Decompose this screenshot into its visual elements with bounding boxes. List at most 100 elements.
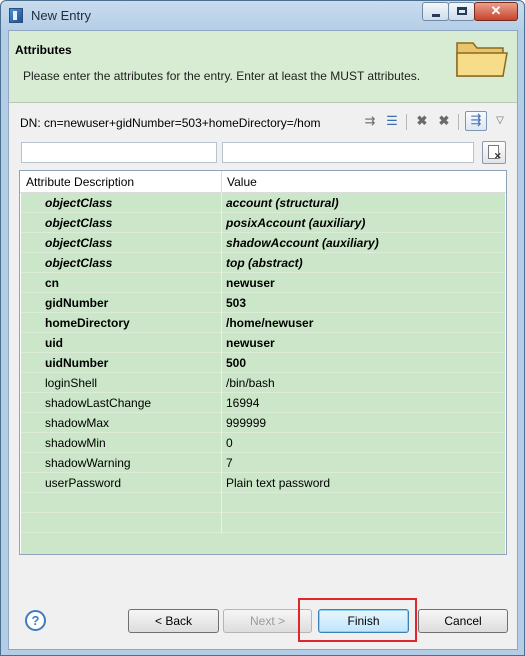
- column-divider: [221, 473, 222, 493]
- value-cell[interactable]: 999999: [226, 416, 496, 430]
- column-divider: [221, 433, 222, 453]
- value-cell[interactable]: Plain text password: [226, 476, 496, 490]
- table-row[interactable]: shadowMax 999999: [21, 413, 505, 433]
- value-cell[interactable]: 7: [226, 456, 496, 470]
- toolbar-separator: [406, 114, 407, 130]
- attribute-cell[interactable]: shadowMin: [45, 436, 215, 450]
- toolbar-separator: [458, 114, 459, 130]
- value-cell[interactable]: account (structural): [226, 196, 496, 210]
- table-row[interactable]: cn newuser: [21, 273, 505, 293]
- attribute-cell[interactable]: loginShell: [45, 376, 215, 390]
- value-cell[interactable]: 16994: [226, 396, 496, 410]
- table-row[interactable]: shadowLastChange 16994: [21, 393, 505, 413]
- table-row[interactable]: uid newuser: [21, 333, 505, 353]
- attribute-cell[interactable]: objectClass: [45, 236, 215, 250]
- value-cell[interactable]: /home/newuser: [226, 316, 496, 330]
- column-divider: [221, 233, 222, 253]
- attribute-cell[interactable]: gidNumber: [45, 296, 215, 310]
- column-divider[interactable]: [221, 171, 222, 193]
- value-cell[interactable]: /bin/bash: [226, 376, 496, 390]
- attribute-filter-input[interactable]: [21, 142, 217, 163]
- value-cell[interactable]: posixAccount (auxiliary): [226, 216, 496, 230]
- clear-filter-button[interactable]: ✕: [482, 141, 506, 164]
- attribute-cell[interactable]: shadowWarning: [45, 456, 215, 470]
- column-divider: [221, 413, 222, 433]
- page-description: Please enter the attributes for the entr…: [23, 69, 421, 83]
- column-divider: [221, 253, 222, 273]
- column-divider: [221, 193, 222, 213]
- column-divider: [221, 313, 222, 333]
- value-cell[interactable]: newuser: [226, 336, 496, 350]
- minimize-button[interactable]: [422, 2, 449, 21]
- value-filter-input[interactable]: [222, 142, 474, 163]
- maximize-icon: [457, 7, 467, 15]
- close-button[interactable]: ✕: [474, 2, 518, 21]
- value-cell[interactable]: shadowAccount (auxiliary): [226, 236, 496, 250]
- table-row[interactable]: gidNumber 503: [21, 293, 505, 313]
- column-divider: [221, 353, 222, 373]
- table-row[interactable]: shadowWarning 7: [21, 453, 505, 473]
- table-row[interactable]: loginShell/bin/bash: [21, 373, 505, 393]
- delete-icon[interactable]: ✖: [414, 113, 430, 129]
- new-attribute-icon[interactable]: ⇉: [362, 113, 378, 129]
- app-icon: [9, 8, 23, 23]
- clear-icon: ✕: [494, 151, 502, 161]
- new-value-icon[interactable]: ☰: [384, 113, 400, 129]
- title-bar: New Entry ✕: [1, 1, 524, 29]
- attribute-cell[interactable]: userPassword: [45, 476, 215, 490]
- value-cell[interactable]: 500: [226, 356, 496, 370]
- finish-button[interactable]: Finish: [318, 609, 409, 633]
- close-icon: ✕: [490, 3, 502, 18]
- column-divider: [221, 373, 222, 393]
- attribute-cell[interactable]: uidNumber: [45, 356, 215, 370]
- wizard-header: Attributes Please enter the attributes f…: [9, 31, 517, 103]
- table-row[interactable]: homeDirectory/home/newuser: [21, 313, 505, 333]
- table-row[interactable]: objectClass shadowAccount (auxiliary): [21, 233, 505, 253]
- dialog-client-area: Attributes Please enter the attributes f…: [8, 30, 518, 650]
- menu-arrow-icon[interactable]: ▽: [492, 113, 508, 129]
- table-header: Attribute Description Value: [20, 171, 506, 193]
- table-row[interactable]: objectClass posixAccount (auxiliary): [21, 213, 505, 233]
- column-divider: [221, 213, 222, 233]
- delete-all-icon[interactable]: ✖: [436, 113, 452, 129]
- table-body: objectClass account (structural) objectCla…: [21, 193, 505, 554]
- column-divider: [221, 293, 222, 313]
- window-title: New Entry: [31, 8, 91, 23]
- value-cell[interactable]: top (abstract): [226, 256, 496, 270]
- empty-row: [21, 513, 505, 533]
- column-divider: [221, 273, 222, 293]
- attribute-cell[interactable]: objectClass: [45, 256, 215, 270]
- table-row[interactable]: objectClass top (abstract): [21, 253, 505, 273]
- cancel-button[interactable]: Cancel: [418, 609, 508, 633]
- value-cell[interactable]: newuser: [226, 276, 496, 290]
- attribute-cell[interactable]: shadowMax: [45, 416, 215, 430]
- help-icon[interactable]: ?: [25, 610, 46, 631]
- value-cell[interactable]: 503: [226, 296, 496, 310]
- attribute-cell[interactable]: cn: [45, 276, 215, 290]
- attribute-cell[interactable]: homeDirectory: [45, 316, 215, 330]
- attribute-cell[interactable]: objectClass: [45, 196, 215, 210]
- empty-row: [21, 493, 505, 513]
- table-row[interactable]: userPassword Plain text password: [21, 473, 505, 493]
- window-controls: ✕: [422, 2, 518, 21]
- column-header-value[interactable]: Value: [227, 175, 257, 189]
- show-decorated-values-icon[interactable]: ⇶: [465, 111, 487, 131]
- new-entry-window: New Entry ✕ Attributes Please enter the …: [0, 0, 525, 656]
- attribute-cell[interactable]: shadowLastChange: [45, 396, 215, 410]
- table-row[interactable]: objectClass account (structural): [21, 193, 505, 213]
- column-header-attribute[interactable]: Attribute Description: [26, 175, 134, 189]
- dn-toolbar-row: DN: cn=newuser+gidNumber=503+homeDirecto…: [9, 110, 517, 134]
- table-row[interactable]: uidNumber 500: [21, 353, 505, 373]
- column-divider: [221, 393, 222, 413]
- attribute-cell[interactable]: objectClass: [45, 216, 215, 230]
- back-button[interactable]: < Back: [128, 609, 219, 633]
- minimize-icon: [432, 14, 440, 17]
- folder-icon: [456, 42, 508, 77]
- column-divider: [221, 453, 222, 473]
- maximize-button[interactable]: [448, 2, 475, 21]
- attribute-cell[interactable]: uid: [45, 336, 215, 350]
- value-cell[interactable]: 0: [226, 436, 496, 450]
- table-row[interactable]: shadowMin 0: [21, 433, 505, 453]
- page-title: Attributes: [15, 43, 72, 57]
- column-divider: [221, 513, 222, 533]
